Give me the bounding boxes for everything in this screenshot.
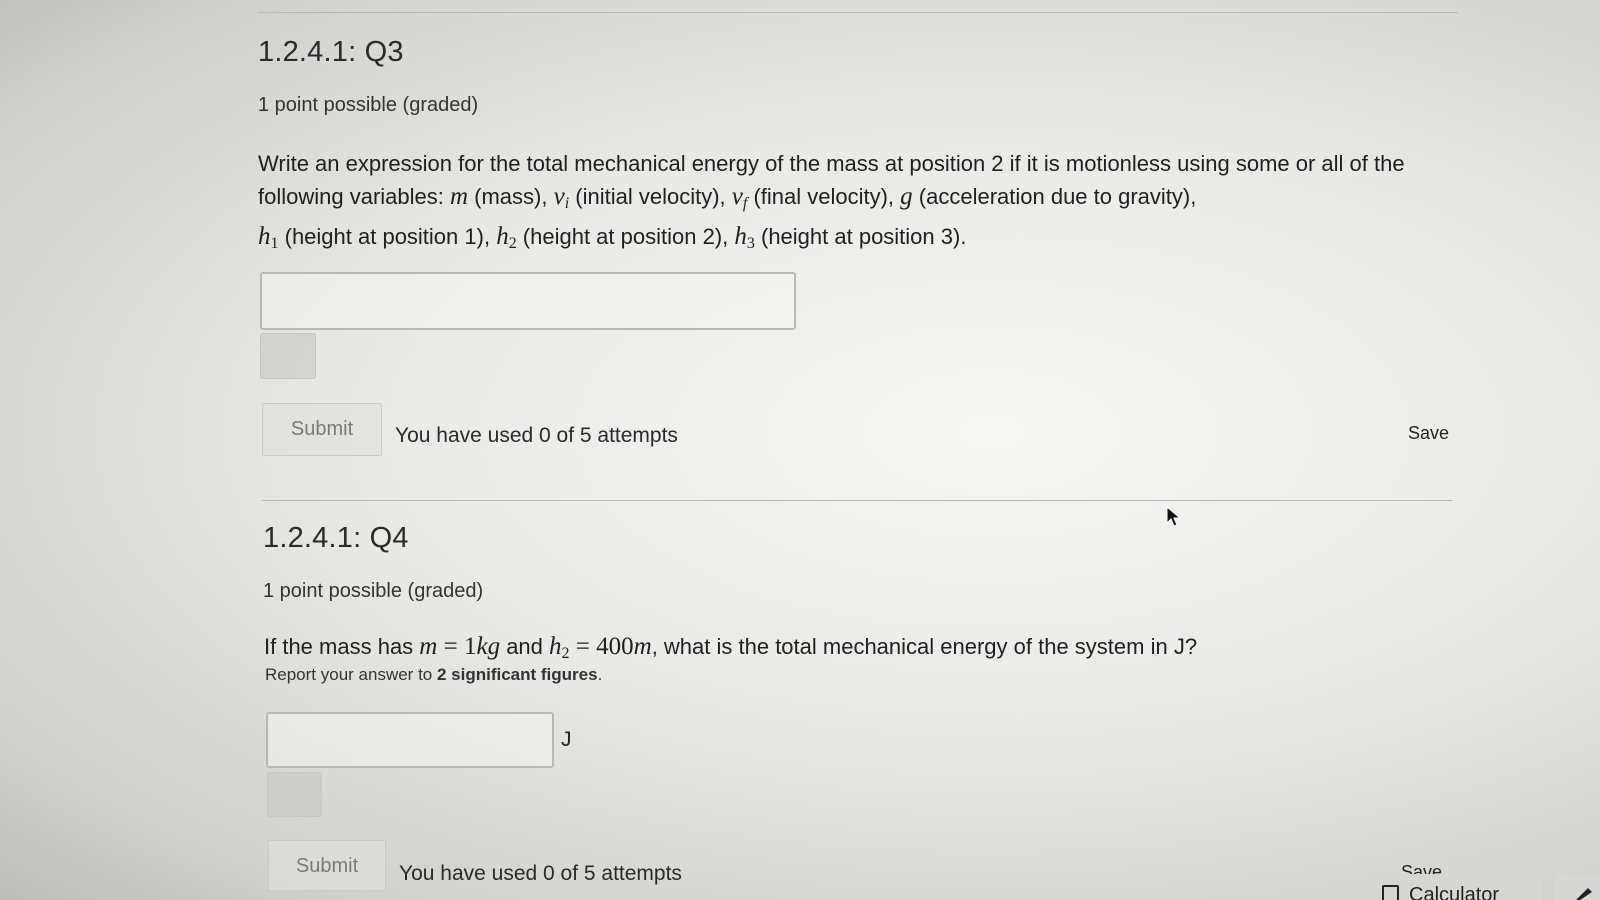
attempts-text-q4: You have used 0 of 5 attempts [399,862,682,885]
save-button-q3[interactable]: Save [1408,423,1449,444]
problem-title-q4: 1.2.4.1: Q4 [263,522,409,554]
calculator-icon [1382,885,1399,900]
var-g: g [900,183,913,210]
var-h2: h2 [496,223,517,252]
attempts-text-q3: You have used 0 of 5 attempts [395,424,678,447]
points-q4: 1 point possible (graded) [263,580,484,602]
problem-title-q3: 1.2.4.1: Q3 [258,36,404,68]
var-m: m [449,183,469,210]
var-vf: vf [731,183,748,212]
unit-label-q4: J [561,728,572,751]
pencil-icon [1576,888,1592,900]
calculator-button[interactable]: Calculator [1368,874,1542,900]
submit-button-q4[interactable]: Submit [268,840,386,891]
var-vi: vi [553,183,570,212]
formula-preview-q3 [260,333,316,379]
formula-preview-q4 [267,772,322,817]
section-divider [262,500,1452,501]
submit-button-q3[interactable]: Submit [262,403,382,456]
pencil-button[interactable] [1554,874,1600,900]
var-h3: h3 [734,223,755,252]
answer-input-q3[interactable] [260,272,796,330]
top-divider [258,12,1458,13]
question-text-q3: Write an expression for the total mechan… [258,151,1405,252]
points-q3: 1 point possible (graded) [258,94,479,116]
var-h1: h1 [258,223,279,252]
answer-input-q4[interactable] [266,712,554,768]
hint-text-q4: Report your answer to 2 significant figu… [265,665,603,684]
question-text-q4: If the mass has m = 1kg and h2 = 400m, w… [264,633,1198,662]
